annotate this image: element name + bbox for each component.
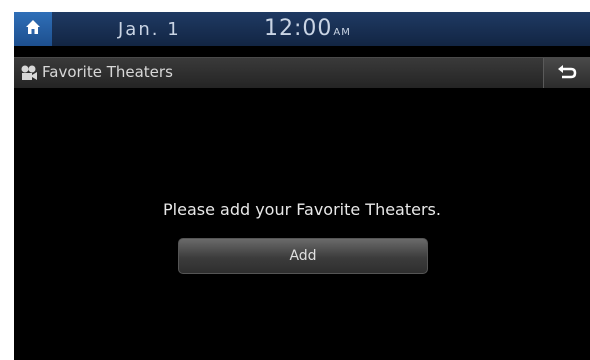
back-button[interactable] [543,58,590,88]
time-display: 12:00AM [264,16,351,41]
car-display-screen: Jan. 1 12:00AM Favorite Theaters Please … [14,12,590,360]
date-display: Jan. 1 [118,19,181,40]
home-icon [25,19,41,39]
ampm-label: AM [333,27,351,38]
back-icon [557,64,577,83]
status-bar: Jan. 1 12:00AM [14,12,590,46]
home-button[interactable] [14,12,52,46]
time-value: 12:00 [264,16,333,41]
title-bar: Favorite Theaters [14,57,590,88]
theater-icon [20,64,38,82]
page-title: Favorite Theaters [42,63,173,81]
empty-message: Please add your Favorite Theaters. [163,200,441,219]
add-button[interactable]: Add [178,238,428,274]
